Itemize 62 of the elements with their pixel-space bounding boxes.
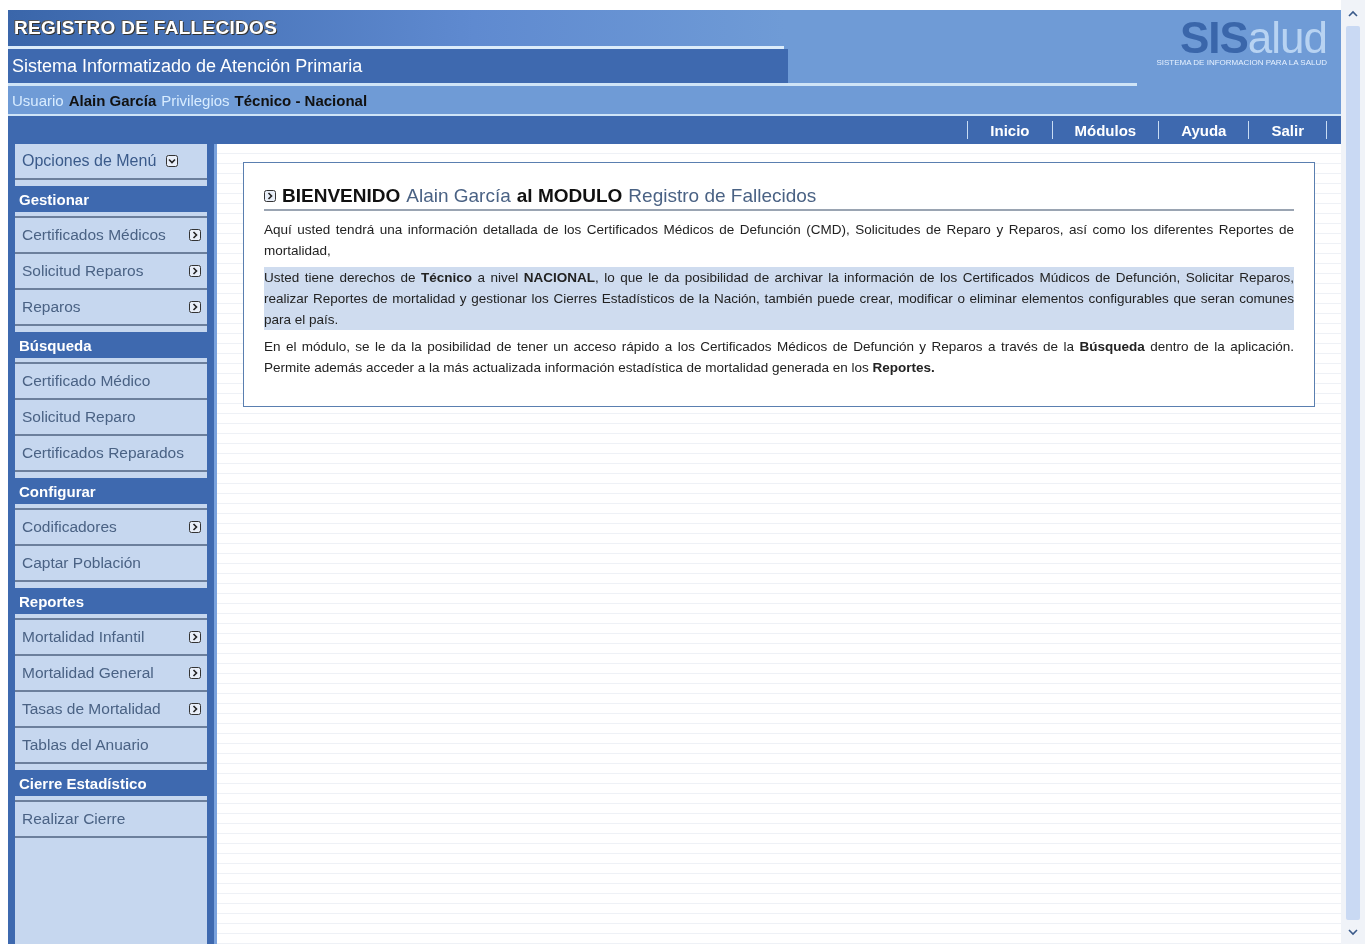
- menu-item[interactable]: Certificado Médico: [15, 362, 207, 398]
- menu-item-label: Certificados Médicos: [22, 226, 166, 244]
- menu-item[interactable]: Solicitud Reparos: [15, 252, 207, 288]
- privileges-label: Privilegios: [161, 91, 230, 109]
- menu-item[interactable]: Reparos: [15, 288, 207, 326]
- bullet-arrow-icon: [264, 190, 276, 202]
- menu-section-header: Búsqueda: [15, 332, 207, 358]
- submenu-arrow-icon: [189, 703, 201, 715]
- menu-item-label: Solicitud Reparo: [22, 408, 136, 426]
- menu-item[interactable]: Tablas del Anuario: [15, 726, 207, 764]
- menu-item[interactable]: Realizar Cierre: [15, 800, 207, 838]
- menu-item[interactable]: Codificadores: [15, 508, 207, 544]
- menu-item-label: Solicitud Reparos: [22, 262, 144, 280]
- logo-tagline: SISTEMA DE INFORMACION PARA LA SALUD: [1156, 58, 1327, 67]
- submenu-arrow-icon: [189, 265, 201, 277]
- menu-item-label: Certificado Médico: [22, 372, 151, 390]
- menu-section-header: Gestionar: [15, 186, 207, 212]
- submenu-arrow-icon: [189, 301, 201, 313]
- submenu-arrow-icon: [189, 631, 201, 643]
- menu-item-label: Reparos: [22, 298, 81, 316]
- menu-item-label: Mortalidad Infantil: [22, 628, 145, 646]
- scrollbar[interactable]: [1341, 0, 1365, 944]
- submenu-arrow-icon: [189, 229, 201, 241]
- menu-item[interactable]: Tasas de Mortalidad: [15, 690, 207, 726]
- user-name: Alain García: [68, 91, 157, 109]
- menu-item-label: Tablas del Anuario: [22, 736, 149, 754]
- collapse-icon: [166, 155, 179, 167]
- menu-item[interactable]: Mortalidad Infantil: [15, 618, 207, 654]
- menu-item-label: Certificados Reparados: [22, 444, 184, 462]
- app-title: REGISTRO DE FALLECIDOS: [14, 17, 278, 39]
- nav-link[interactable]: Salir: [1249, 121, 1326, 139]
- heading-text: Alain García: [406, 185, 511, 207]
- menu-item[interactable]: Solicitud Reparo: [15, 398, 207, 434]
- menu-item-label: Codificadores: [22, 518, 117, 536]
- menu-section-header: Reportes: [15, 588, 207, 614]
- user-label: Usuario: [12, 91, 64, 109]
- heading-text: Registro de Fallecidos: [628, 185, 817, 207]
- app-subtitle: Sistema Informatizado de Atención Primaria: [12, 55, 363, 77]
- welcome-paragraph: Usted tiene derechos de Técnico a nivel NACIONAL, lo que le da posibilidad de archivar la información de los Certificados Múdicos de Defunción, Solicitar Reparos, realizar Reportes de mortalidad y gestionar los Cierres Estadísticos de la Nación, también puede crear, modificar o eliminar elementos configurables que seran comunes para el país.: [264, 267, 1294, 330]
- menu-section-header: Cierre Estadístico: [15, 770, 207, 796]
- nav-link[interactable]: Inicio: [968, 121, 1052, 139]
- menu-item[interactable]: Certificados Reparados: [15, 434, 207, 472]
- menu-item[interactable]: Certificados Médicos: [15, 216, 207, 252]
- nav-link[interactable]: Módulos: [1052, 121, 1159, 139]
- menu-title: Opciones de Menú: [22, 152, 157, 170]
- privileges-value: Técnico - Nacional: [234, 91, 368, 109]
- submenu-arrow-icon: [189, 521, 201, 533]
- menu-item[interactable]: Captar Población: [15, 544, 207, 582]
- heading-text: al MODULO: [516, 185, 623, 207]
- menu-item-label: Mortalidad General: [22, 664, 154, 682]
- welcome-paragraph: En el módulo, se le da la posibilidad de tener un acceso rápido a los Certificados Médicos de Defunción y Reparos a través de la Búsqueda dentro de la aplicación. Permite además acceder a la más actualizada información estadística de mortalidad generada en los Reportes.: [264, 338, 1294, 377]
- welcome-paragraph: Aquí usted tendrá una información detallada de los Certificados Médicos de Defunción (CMD), Solicitudes de Reparo y Reparos, así como los diferentes Reportes de mortalidad,: [264, 221, 1294, 260]
- nav-link[interactable]: Ayuda: [1159, 121, 1249, 139]
- menu-item-label: Tasas de Mortalidad: [22, 700, 161, 718]
- heading-text: BIENVENIDO: [282, 185, 401, 207]
- menu-item-label: Captar Población: [22, 554, 141, 572]
- menu-item[interactable]: Mortalidad General: [15, 654, 207, 690]
- menu-section-header: Configurar: [15, 478, 207, 504]
- menu-item-label: Realizar Cierre: [22, 810, 126, 828]
- submenu-arrow-icon: [189, 667, 201, 679]
- scroll-up-icon[interactable]: [1348, 10, 1358, 18]
- scroll-down-icon[interactable]: [1348, 928, 1358, 936]
